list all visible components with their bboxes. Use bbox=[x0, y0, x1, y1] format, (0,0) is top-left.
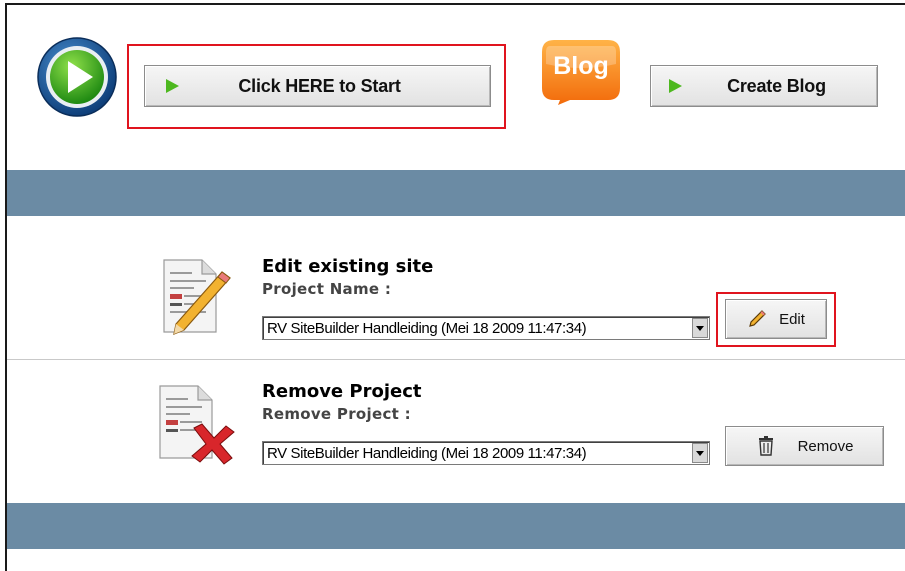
pencil-icon bbox=[749, 310, 766, 327]
remove-project-select[interactable]: RV SiteBuilder Handleiding (Mei 18 2009 … bbox=[262, 441, 710, 465]
section-divider bbox=[7, 359, 905, 360]
remove-button[interactable]: Remove bbox=[725, 426, 884, 466]
play-triangle-icon bbox=[669, 79, 682, 93]
remove-project-select-value: RV SiteBuilder Handleiding (Mei 18 2009 … bbox=[267, 444, 587, 462]
start-button[interactable]: Click HERE to Start bbox=[144, 65, 491, 107]
create-blog-button[interactable]: Create Blog bbox=[650, 65, 878, 107]
remove-section-title: Remove Project bbox=[262, 381, 422, 402]
header-band bbox=[7, 170, 905, 216]
dropdown-arrow-icon[interactable] bbox=[692, 443, 708, 463]
dropdown-arrow-icon[interactable] bbox=[692, 318, 708, 338]
blog-logo-text: Blog bbox=[553, 52, 609, 80]
remove-document-icon bbox=[159, 385, 235, 465]
edit-project-select[interactable]: RV SiteBuilder Handleiding (Mei 18 2009 … bbox=[262, 316, 710, 340]
remove-button-label: Remove bbox=[797, 437, 854, 455]
trash-icon bbox=[758, 436, 773, 456]
play-triangle-icon bbox=[166, 79, 179, 93]
start-button-label: Click HERE to Start bbox=[238, 75, 401, 96]
edit-button-label: Edit bbox=[779, 310, 805, 328]
edit-button[interactable]: Edit bbox=[725, 299, 827, 339]
create-blog-button-label: Create Blog bbox=[727, 75, 826, 96]
edit-section-title: Edit existing site bbox=[262, 256, 434, 277]
edit-section-subtitle: Project Name : bbox=[262, 280, 392, 298]
play-circle-icon[interactable] bbox=[36, 36, 118, 118]
edit-document-icon bbox=[163, 259, 231, 335]
edit-project-select-value: RV SiteBuilder Handleiding (Mei 18 2009 … bbox=[267, 319, 587, 337]
footer-band bbox=[7, 503, 905, 549]
remove-section-subtitle: Remove Project : bbox=[262, 405, 411, 423]
